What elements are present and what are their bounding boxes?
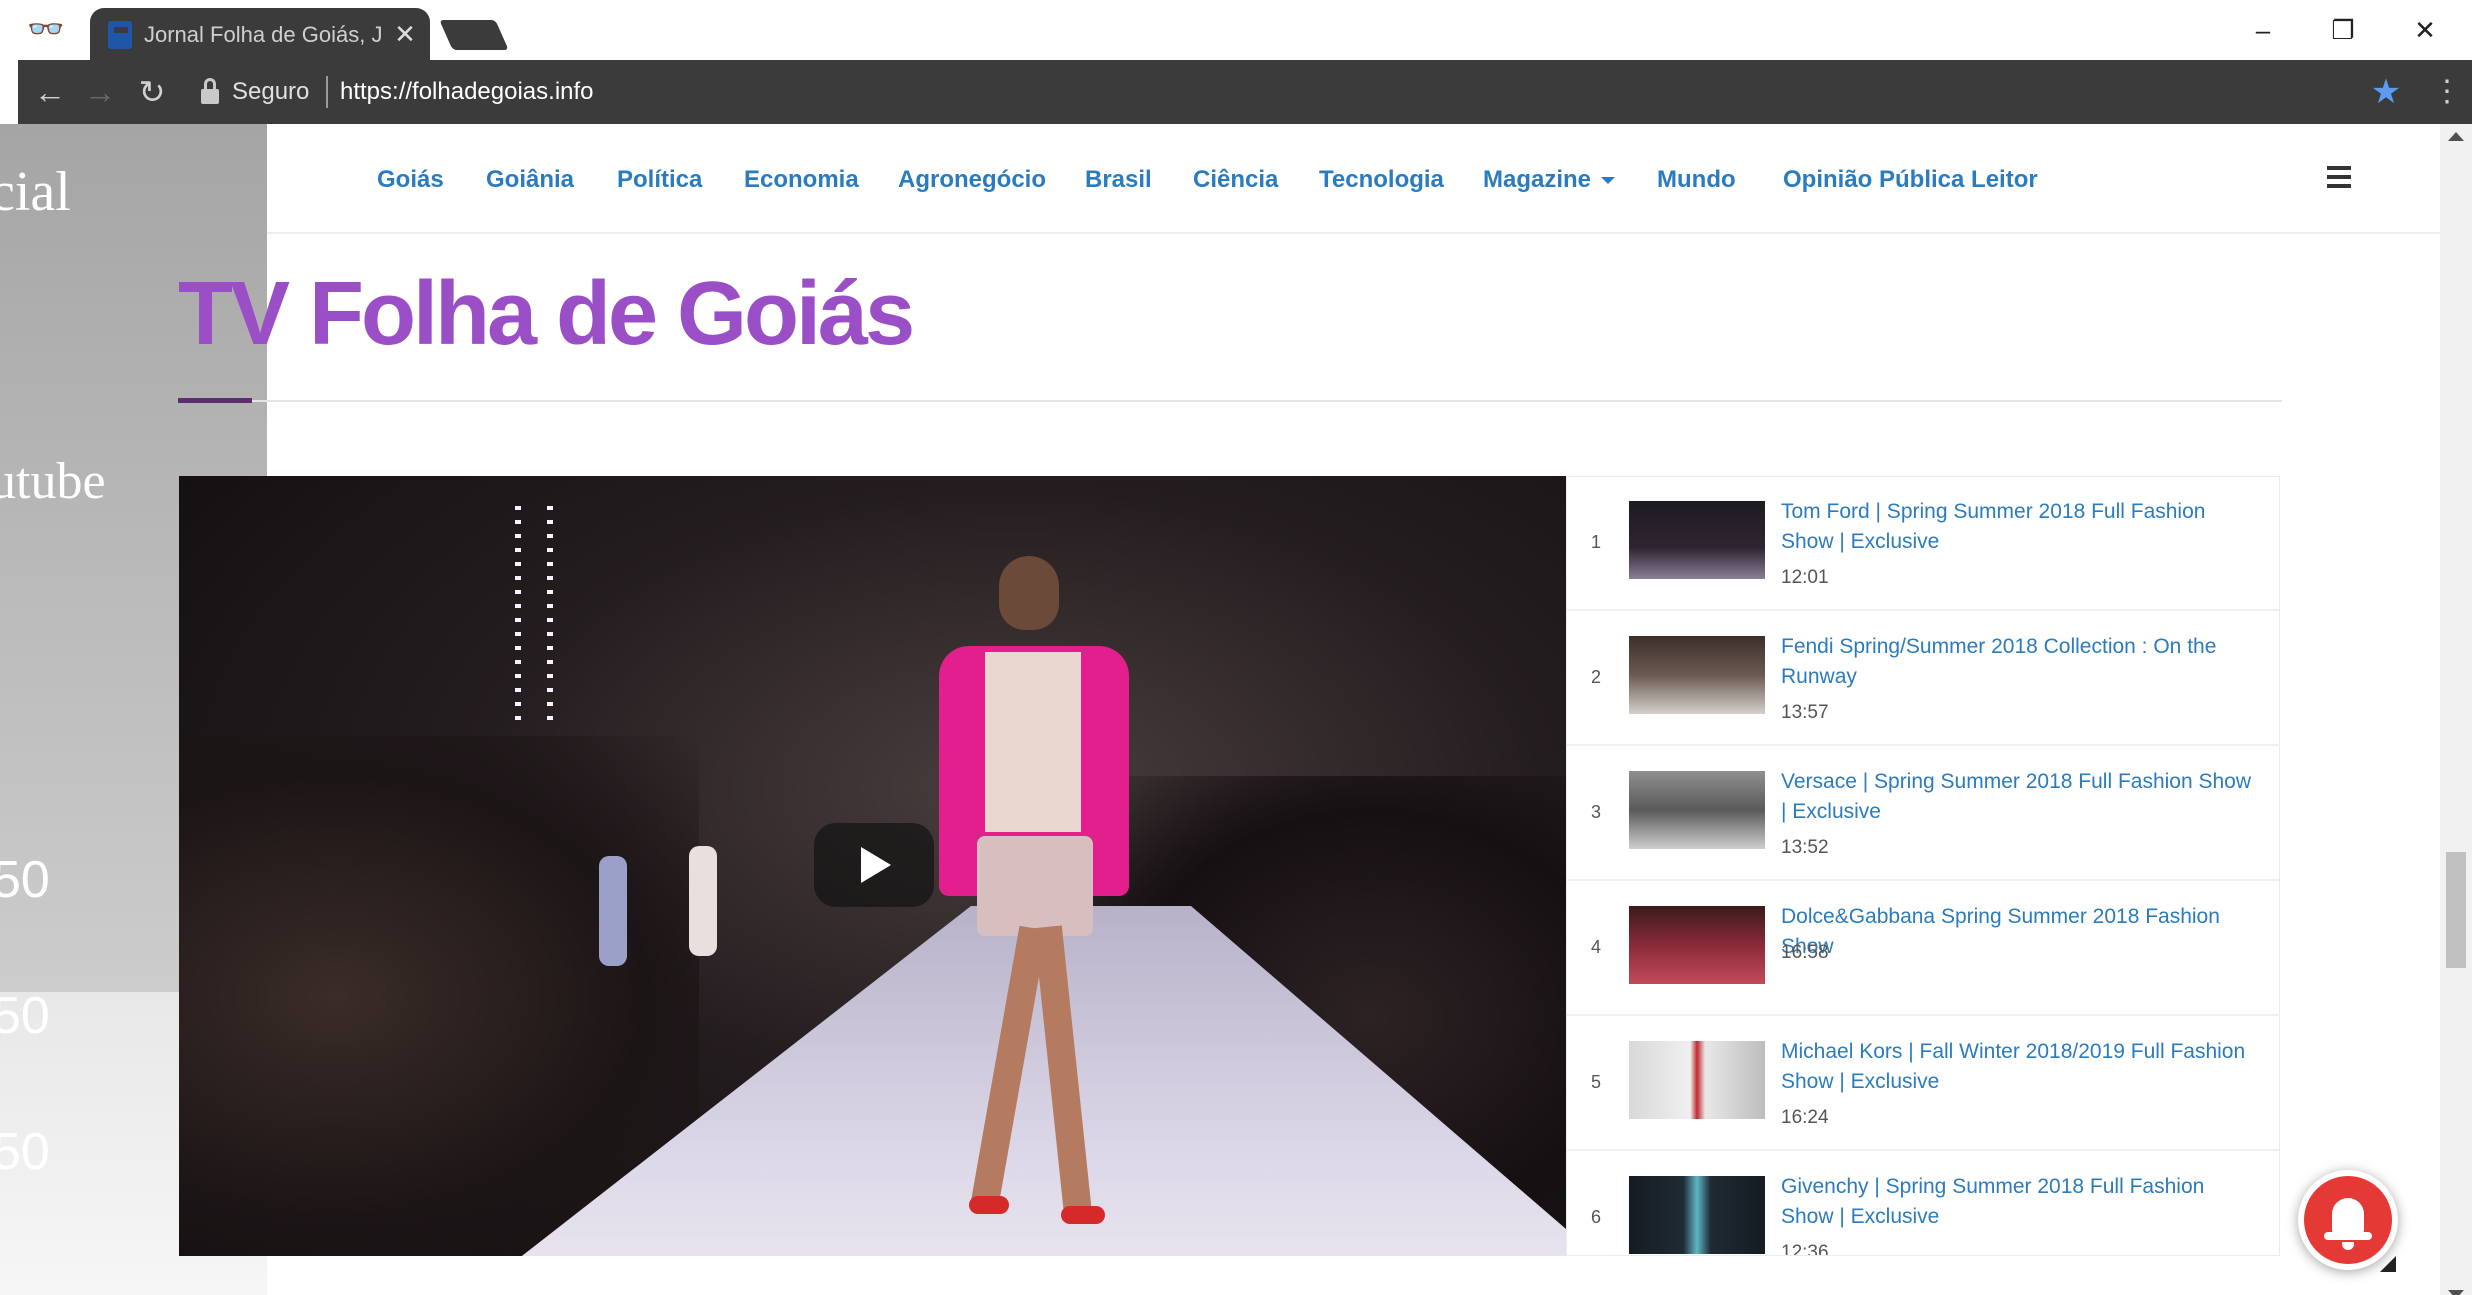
playlist-thumbnail xyxy=(1629,636,1765,714)
playlist-title[interactable]: Givenchy | Spring Summer 2018 Full Fashi… xyxy=(1781,1172,2261,1232)
playlist-item[interactable]: 3 Versace | Spring Summer 2018 Full Fash… xyxy=(1567,747,2279,881)
playlist-title[interactable]: Michael Kors | Fall Winter 2018/2019 Ful… xyxy=(1781,1037,2261,1097)
forward-button[interactable]: → xyxy=(80,72,120,112)
nav-item-mundo[interactable]: Mundo xyxy=(1657,160,1736,200)
page-scrollbar[interactable] xyxy=(2440,124,2472,1295)
sidebar-text-social: cial xyxy=(0,161,71,223)
background-model xyxy=(599,856,627,966)
playlist-title[interactable]: Versace | Spring Summer 2018 Full Fashio… xyxy=(1781,767,2261,827)
playlist-index: 4 xyxy=(1590,937,1601,957)
nav-item-politica[interactable]: Política xyxy=(617,160,702,200)
browser-tab[interactable]: Jornal Folha de Goiás, Jo ✕ xyxy=(90,8,430,62)
video-player[interactable] xyxy=(179,476,1566,1256)
title-divider xyxy=(178,400,2282,402)
playlist-thumbnail xyxy=(1629,771,1765,849)
playlist-duration: 13:57 xyxy=(1781,702,1829,723)
video-runway-model xyxy=(899,556,1159,1236)
playlist-index: 6 xyxy=(1590,1207,1601,1227)
playlist-index: 1 xyxy=(1590,532,1601,552)
tab-close-icon[interactable]: ✕ xyxy=(392,20,418,48)
nav-item-ciencia[interactable]: Ciência xyxy=(1193,160,1278,200)
playlist-item[interactable]: 5 Michael Kors | Fall Winter 2018/2019 F… xyxy=(1567,1017,2279,1151)
browser-toolbar: ← → ↻ Seguro https://folhadegoias.info ★… xyxy=(18,60,2472,124)
secure-label: Seguro xyxy=(232,78,310,105)
lock-icon xyxy=(198,78,222,106)
playlist-title[interactable]: Tom Ford | Spring Summer 2018 Full Fashi… xyxy=(1781,497,2261,557)
playlist-thumbnail xyxy=(1629,501,1765,579)
incognito-icon: 👓 xyxy=(27,13,65,46)
playlist-duration: 12:36 xyxy=(1781,1242,1829,1256)
sidebar-count: 50 xyxy=(0,851,50,909)
nav-item-agronegocio[interactable]: Agronegócio xyxy=(898,160,1046,200)
chevron-down-icon xyxy=(1601,177,1616,185)
nav-item-economia[interactable]: Economia xyxy=(744,160,859,200)
close-window-button[interactable]: ✕ xyxy=(2400,10,2450,50)
playlist-duration: 16:24 xyxy=(1781,1107,1829,1128)
main-nav: Goiás Goiânia Política Economia Agronegó… xyxy=(267,124,2440,234)
playlist-item[interactable]: 2 Fendi Spring/Summer 2018 Collection : … xyxy=(1567,612,2279,746)
reload-button[interactable]: ↻ xyxy=(132,72,172,112)
playlist-thumbnail xyxy=(1629,1176,1765,1254)
resize-handle-icon[interactable] xyxy=(2380,1256,2396,1272)
playlist-thumbnail xyxy=(1629,1041,1765,1119)
playlist-index: 2 xyxy=(1590,667,1601,687)
site-favicon-icon xyxy=(108,21,132,49)
address-separator xyxy=(326,76,328,108)
playlist-duration: 12:01 xyxy=(1781,567,1829,588)
playlist-index: 5 xyxy=(1590,1072,1601,1092)
playlist-title[interactable]: Dolce&Gabbana Spring Summer 2018 Fashion… xyxy=(1781,902,2261,962)
title-accent-bar xyxy=(178,398,252,403)
tab-title: Jornal Folha de Goiás, Jo xyxy=(144,22,382,47)
stage-lights xyxy=(547,506,553,726)
playlist-item[interactable]: 4 Dolce&Gabbana Spring Summer 2018 Fashi… xyxy=(1567,882,2279,1016)
playlist-item[interactable]: 6 Givenchy | Spring Summer 2018 Full Fas… xyxy=(1567,1152,2279,1256)
new-tab-button[interactable] xyxy=(439,20,509,50)
nav-item-tecnologia[interactable]: Tecnologia xyxy=(1319,160,1444,200)
back-button[interactable]: ← xyxy=(30,72,70,112)
background-model xyxy=(689,846,717,956)
nav-item-goias[interactable]: Goiás xyxy=(377,160,444,200)
playlist-duration: 13:52 xyxy=(1781,837,1829,858)
sidebar-count: 50 xyxy=(0,987,50,1045)
playlist-title[interactable]: Fendi Spring/Summer 2018 Collection : On… xyxy=(1781,632,2261,692)
nav-item-brasil[interactable]: Brasil xyxy=(1085,160,1152,200)
restore-button[interactable]: ❐ xyxy=(2318,10,2368,50)
nav-item-opiniao[interactable]: Opinião Pública Leitor xyxy=(1783,160,2038,200)
playlist-thumbnail xyxy=(1629,906,1765,984)
playlist-index: 3 xyxy=(1590,802,1601,822)
browser-tabstrip: 👓 Jornal Folha de Goiás, Jo ✕ – ❐ ✕ xyxy=(0,0,2472,62)
hamburger-menu-icon[interactable] xyxy=(2327,166,2351,188)
sidebar-text-youtube: utube xyxy=(0,453,106,510)
video-crowd-left xyxy=(179,736,699,1256)
stage-lights xyxy=(515,506,521,726)
playlist-duration: 16:58 xyxy=(1781,942,1829,963)
notification-bell-icon[interactable] xyxy=(2298,1170,2398,1270)
web-page: cial utube 50 50 50 Goiás Goiânia Políti… xyxy=(0,124,2472,1295)
nav-item-magazine[interactable]: Magazine xyxy=(1483,160,1616,200)
scroll-up-arrow-icon[interactable] xyxy=(2448,132,2464,141)
scrollbar-thumb[interactable] xyxy=(2446,852,2466,968)
minimize-button[interactable]: – xyxy=(2238,10,2288,50)
nav-item-goiania[interactable]: Goiânia xyxy=(486,160,574,200)
nav-item-magazine-label: Magazine xyxy=(1483,166,1592,193)
playlist-item[interactable]: 1 Tom Ford | Spring Summer 2018 Full Fas… xyxy=(1567,477,2279,611)
play-button-icon[interactable] xyxy=(814,823,934,907)
video-playlist: 1 Tom Ford | Spring Summer 2018 Full Fas… xyxy=(1566,476,2280,1256)
address-bar[interactable]: https://folhadegoias.info xyxy=(340,76,594,108)
page-title: TV Folha de Goiás xyxy=(178,264,915,364)
sidebar-count: 50 xyxy=(0,1123,50,1181)
browser-menu-icon[interactable]: ⋮ xyxy=(2432,72,2462,112)
scroll-down-arrow-icon[interactable] xyxy=(2448,1290,2464,1295)
bookmark-star-icon[interactable]: ★ xyxy=(2366,72,2406,112)
